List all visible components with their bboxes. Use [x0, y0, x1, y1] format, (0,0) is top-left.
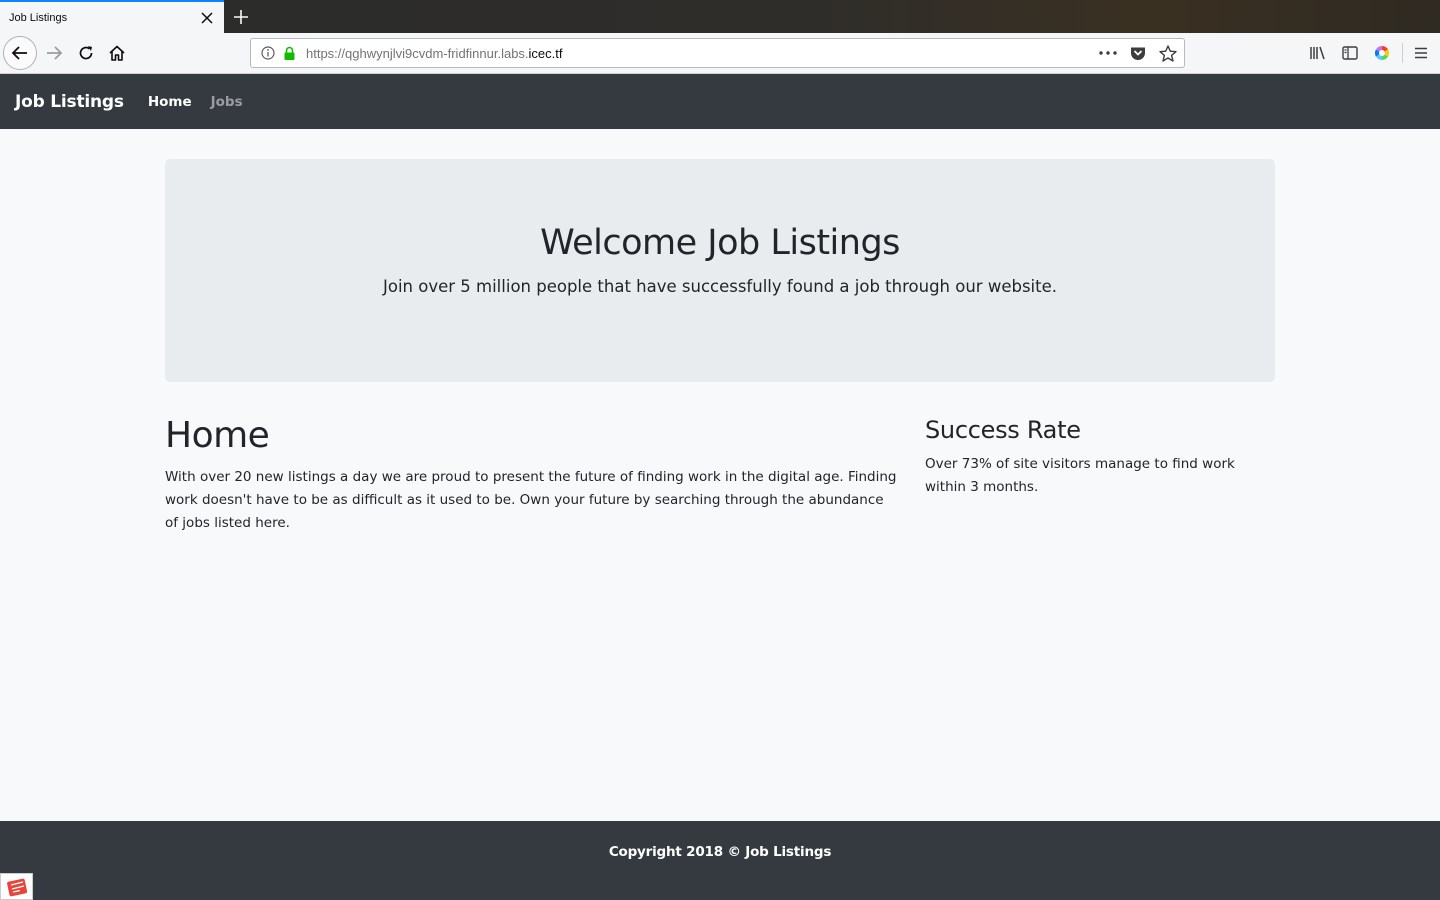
home-section: Home With over 20 new listings a day we … — [165, 414, 900, 535]
nav-link-home[interactable]: Home — [148, 94, 192, 110]
jumbotron-lead: Join over 5 million people that have suc… — [383, 277, 1057, 296]
close-icon[interactable] — [194, 5, 220, 31]
success-rate-heading: Success Rate — [925, 416, 1081, 444]
arrow-left-icon — [11, 46, 27, 60]
nav-link-jobs[interactable]: Jobs — [211, 94, 243, 110]
new-tab-button[interactable] — [226, 2, 256, 32]
sidebar-icon — [1342, 46, 1358, 60]
hamburger-icon — [1415, 47, 1427, 59]
pocket-icon[interactable] — [1127, 42, 1149, 64]
jumbotron-title: Welcome Job Listings — [540, 223, 900, 263]
browser-toolbar: https://qghwynjlvi9cvdm-fridfinnur.labs.… — [0, 33, 1440, 74]
arrow-right-icon — [47, 46, 63, 60]
site-navbar: Job Listings Home Jobs — [0, 74, 1440, 129]
sidebar-button[interactable] — [1336, 39, 1364, 67]
menu-button[interactable] — [1407, 39, 1435, 67]
back-button[interactable] — [3, 36, 37, 70]
browser-tab[interactable]: Job Listings — [0, 0, 224, 33]
url-text[interactable]: https://qghwynjlvi9cvdm-fridfinnur.labs.… — [306, 46, 1097, 61]
success-rate-text: Over 73% of site visitors manage to find… — [925, 456, 1235, 495]
reload-icon — [79, 46, 93, 60]
tab-title: Job Listings — [9, 11, 68, 24]
library-icon — [1310, 46, 1325, 60]
site-footer: Copyright 2018 © Job Listings — [0, 821, 1440, 900]
home-button[interactable] — [103, 39, 131, 67]
forward-button[interactable] — [40, 39, 68, 67]
reload-button[interactable] — [72, 39, 100, 67]
home-heading: Home — [165, 415, 270, 456]
color-extension-button[interactable] — [1368, 39, 1396, 67]
success-rate-section: Success Rate Over 73% of site visitors m… — [925, 413, 1275, 499]
color-wheel-icon — [1375, 46, 1389, 60]
toolbar-separator — [1402, 43, 1403, 63]
jumbotron: Welcome Job Listings Join over 5 million… — [165, 159, 1275, 382]
url-bar[interactable]: https://qghwynjlvi9cvdm-fridfinnur.labs.… — [250, 38, 1185, 68]
bookmark-star-icon[interactable] — [1157, 42, 1179, 64]
footer-copyright: Copyright 2018 © Job Listings — [608, 844, 832, 860]
plus-icon — [234, 10, 248, 24]
library-button[interactable] — [1304, 39, 1332, 67]
home-text: With over 20 new listings a day we are p… — [165, 469, 897, 531]
url-domain: icec.tf — [528, 45, 563, 61]
tab-strip: Job Listings — [0, 0, 1440, 33]
url-prefix: https://qghwynjlvi9cvdm-fridfinnur.labs. — [306, 45, 529, 61]
brand-link[interactable]: Job Listings — [15, 92, 124, 112]
more-actions-icon[interactable] — [1097, 42, 1119, 64]
info-icon[interactable] — [259, 46, 277, 60]
home-icon — [109, 45, 125, 61]
lock-icon[interactable] — [281, 46, 297, 61]
extension-badge-icon[interactable] — [0, 873, 33, 900]
